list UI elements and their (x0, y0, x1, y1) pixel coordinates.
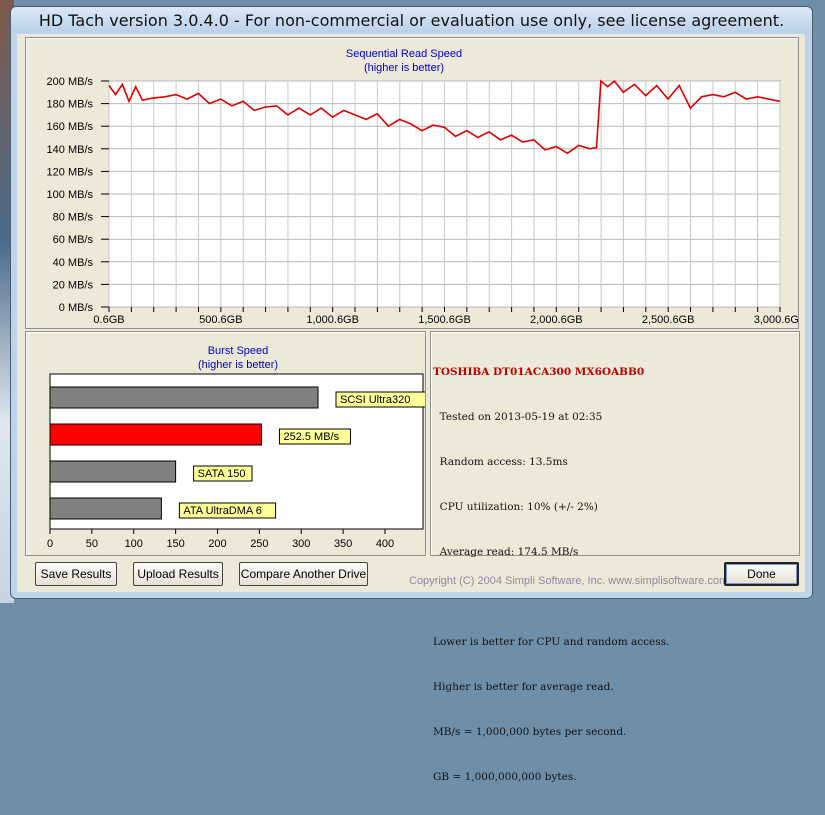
cpu-utilization: CPU utilization: 10% (+/- 2%) (433, 501, 598, 513)
save-results-button[interactable]: Save Results (35, 562, 117, 586)
burst-x-tick-label: 0 (47, 538, 53, 550)
note-higher-better: Higher is better for average read. (433, 681, 614, 693)
seq-x-axis: 0.6GB 500.6GB 1,000.6GB 1,500.6GB 2,000.6GB 2… (93, 307, 806, 326)
seq-y-axis: 200 MB/s 180 MB/s 160 MB/s 140 MB/s 120 MB/s… (47, 76, 109, 314)
seq-x-tick-label: 2,000.6GB (530, 314, 583, 326)
window-title: HD Tach version 3.0.4.0 - For non-commer… (38, 11, 785, 30)
burst-bar (49, 386, 319, 409)
note-mbs: MB/s = 1,000,000 bytes per second. (433, 726, 627, 738)
drive-model: TOSHIBA DT01ACA300 MX6OABB0 (433, 366, 645, 378)
burst-x-tick-label: 150 (166, 538, 184, 550)
burst-x-tick-label: 350 (334, 538, 352, 550)
seq-y-tick-label: 160 MB/s (47, 121, 94, 133)
burst-bar-label: ATA UltraDMA 6 (183, 505, 261, 517)
done-button[interactable]: Done (724, 562, 799, 586)
seq-y-tick-label: 60 MB/s (53, 234, 94, 246)
burst-bar-label: 252.5 MB/s (283, 431, 339, 443)
sequential-read-chart: Sequential Read Speed (higher is better)… (47, 48, 807, 326)
seq-x-tick-label: 1,000.6GB (306, 314, 359, 326)
seq-y-tick-label: 0 MB/s (59, 302, 94, 314)
random-access: Random access: 13.5ms (433, 456, 568, 468)
seq-x-tick-label: 3,000.6GB (754, 314, 798, 326)
burst-x-tick-label: 250 (250, 538, 268, 550)
burst-bar (49, 423, 262, 446)
drive-info-panel: TOSHIBA DT01ACA300 MX6OABB0 Tested on 20… (430, 331, 800, 783)
seq-x-tick-label: 500.6GB (199, 314, 242, 326)
seq-y-tick-label: 100 MB/s (47, 189, 94, 201)
burst-speed-chart: Burst Speed (higher is better) SCSI Ultr… (47, 345, 427, 550)
app-window: HD Tach version 3.0.4.0 - For non-commer… (10, 6, 813, 783)
seq-chart-subtitle: (higher is better) (364, 62, 444, 74)
upload-results-button[interactable]: Upload Results (133, 562, 223, 586)
copyright-text: Copyright (C) 2004 Simpli Software, Inc.… (409, 575, 729, 587)
seq-y-tick-label: 140 MB/s (47, 144, 94, 156)
burst-x-tick-label: 100 (125, 538, 143, 550)
title-bar[interactable]: HD Tach version 3.0.4.0 - For non-commer… (11, 7, 812, 33)
seq-y-tick-label: 120 MB/s (47, 166, 94, 178)
average-read: Average read: 174.5 MB/s (433, 546, 579, 558)
burst-x-tick-label: 50 (86, 538, 98, 550)
burst-chart-subtitle: (higher is better) (198, 359, 278, 371)
compare-drive-button[interactable]: Compare Another Drive (239, 562, 368, 586)
seq-y-tick-label: 180 MB/s (47, 99, 94, 111)
note-gb: GB = 1,000,000,000 bytes. (433, 771, 577, 783)
burst-bar-label: SATA 150 (198, 468, 246, 480)
window-client: Sequential Read Speed (higher is better)… (17, 34, 807, 783)
sequential-read-panel: Sequential Read Speed (higher is better)… (25, 37, 807, 329)
tested-date: Tested on 2013-05-19 at 02:35 (433, 411, 603, 423)
burst-x-tick-label: 400 (376, 538, 394, 550)
seq-x-tick-label: 2,500.6GB (642, 314, 695, 326)
burst-x-tick-label: 300 (292, 538, 310, 550)
seq-y-tick-label: 80 MB/s (53, 212, 94, 224)
seq-chart-title: Sequential Read Speed (346, 48, 462, 60)
burst-speed-panel: Burst Speed (higher is better) SCSI Ultr… (25, 331, 427, 556)
note-lower-better: Lower is better for CPU and random acces… (433, 636, 670, 648)
burst-bar-label: SCSI Ultra320 (340, 394, 410, 406)
burst-x-axis: 0 50 100 150 200 250 300 350 400 (47, 529, 394, 550)
seq-y-tick-label: 20 MB/s (53, 279, 94, 291)
seq-x-tick-label: 1,500.6GB (418, 314, 471, 326)
burst-bar (49, 460, 177, 483)
burst-chart-title: Burst Speed (208, 345, 269, 357)
seq-y-tick-label: 40 MB/s (53, 257, 94, 269)
burst-bar (49, 497, 162, 520)
seq-x-tick-label: 0.6GB (93, 314, 124, 326)
burst-x-tick-label: 200 (208, 538, 226, 550)
seq-y-tick-label: 200 MB/s (47, 76, 94, 88)
